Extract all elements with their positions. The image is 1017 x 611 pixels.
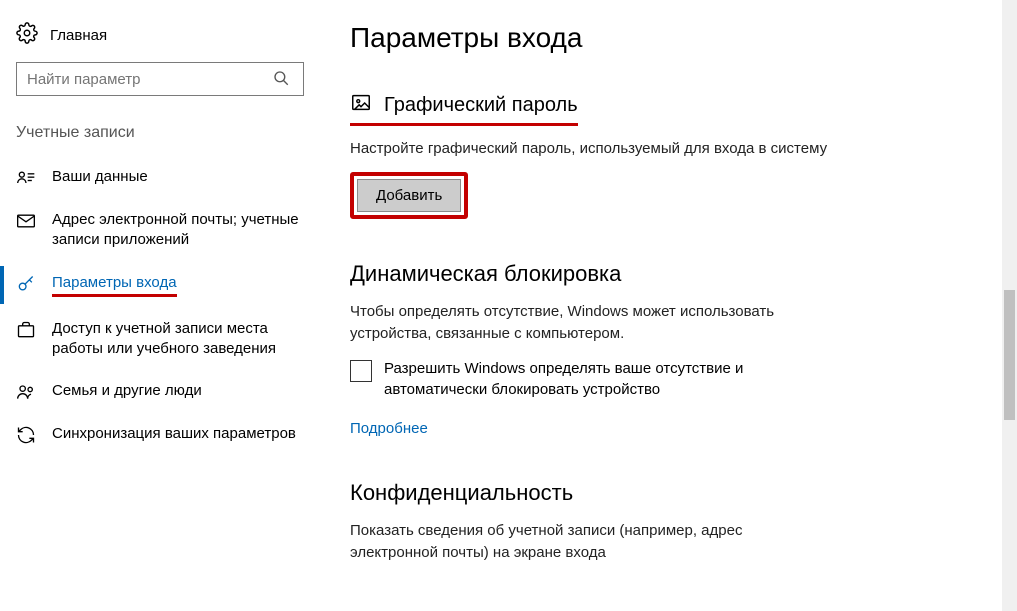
sidebar-item-label: Параметры входа — [52, 273, 177, 297]
image-icon — [350, 92, 372, 119]
sidebar-item-sign-in-options[interactable]: Параметры входа — [16, 262, 310, 308]
sidebar-item-label: Синхронизация ваших параметров — [52, 424, 296, 444]
section-dynamic-lock: Динамическая блокировка Чтобы определять… — [350, 261, 977, 439]
sync-icon — [16, 425, 36, 445]
key-icon — [16, 274, 36, 294]
sidebar-item-label: Адрес электронной почты; учетные записи … — [52, 210, 306, 251]
section-picture-password: Графический пароль Настройте графический… — [350, 92, 977, 219]
gear-icon — [16, 22, 38, 48]
search-icon — [272, 69, 290, 87]
sidebar-item-your-info[interactable]: Ваши данные — [16, 156, 310, 199]
home-link[interactable]: Главная — [16, 16, 310, 62]
dynamic-lock-checkbox[interactable] — [350, 360, 372, 382]
mail-icon — [16, 211, 36, 231]
sidebar-item-label: Ваши данные — [52, 167, 148, 187]
sidebar-item-sync[interactable]: Синхронизация ваших параметров — [16, 413, 310, 456]
search-container — [16, 62, 310, 96]
people-icon — [16, 382, 36, 402]
sidebar-item-family[interactable]: Семья и другие люди — [16, 370, 310, 413]
sidebar-item-work-access[interactable]: Доступ к учетной записи места работы или… — [16, 308, 310, 371]
settings-content: Параметры входа Графический пароль Настр… — [320, 0, 1017, 611]
highlight-box: Добавить — [350, 172, 468, 219]
sidebar-section-caption: Учетные записи — [16, 124, 310, 142]
section-desc: Показать сведения об учетной записи (нап… — [350, 520, 830, 564]
page-title: Параметры входа — [350, 22, 977, 54]
section-desc: Настройте графический пароль, используем… — [350, 138, 830, 160]
section-title: Графический пароль — [384, 94, 578, 117]
section-desc: Чтобы определять отсутствие, Windows мож… — [350, 301, 830, 345]
sidebar-item-label: Доступ к учетной записи места работы или… — [52, 319, 306, 360]
home-label: Главная — [50, 27, 107, 44]
settings-sidebar: Главная Учетные записи Ваши данные — [0, 0, 320, 611]
add-button[interactable]: Добавить — [357, 179, 461, 212]
checkbox-label: Разрешить Windows определять ваше отсутс… — [384, 358, 804, 400]
learn-more-link[interactable]: Подробнее — [350, 420, 428, 437]
section-title: Конфиденциальность — [350, 480, 977, 506]
briefcase-icon — [16, 320, 36, 340]
id-card-icon — [16, 168, 36, 188]
section-title: Динамическая блокировка — [350, 261, 977, 287]
vertical-scrollbar[interactable] — [1002, 0, 1017, 611]
sidebar-item-label: Семья и другие люди — [52, 381, 202, 401]
scrollbar-thumb[interactable] — [1004, 290, 1015, 420]
section-privacy: Конфиденциальность Показать сведения об … — [350, 480, 977, 564]
sidebar-item-email-accounts[interactable]: Адрес электронной почты; учетные записи … — [16, 199, 310, 262]
search-input[interactable] — [16, 62, 304, 96]
